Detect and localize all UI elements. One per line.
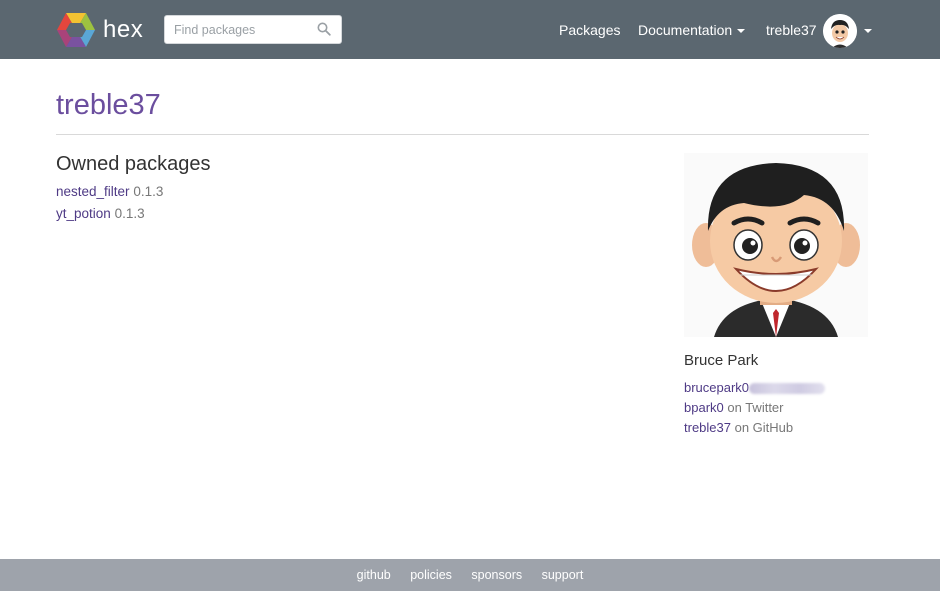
footer-links: github policies sponsors support	[0, 568, 940, 582]
page-title: treble37	[56, 89, 161, 121]
footer-link-support[interactable]: support	[542, 568, 584, 582]
nav-documentation-dropdown[interactable]: Documentation	[638, 22, 746, 38]
profile-github-line: treble37 on GitHub	[684, 419, 825, 439]
brand-name: hex	[103, 16, 144, 43]
user-avatar[interactable]	[823, 14, 857, 48]
top-navbar: hex Packages Documentation treble37	[0, 0, 940, 59]
nav-packages-link[interactable]: Packages	[559, 22, 620, 38]
list-item: yt_potion 0.1.3	[56, 205, 163, 227]
avatar-caret-down-icon[interactable]	[864, 29, 872, 33]
twitter-link[interactable]: bpark0	[684, 400, 724, 415]
package-version: 0.1.3	[114, 206, 145, 221]
search-input[interactable]	[165, 16, 305, 43]
profile-twitter-line: bpark0 on Twitter	[684, 399, 825, 419]
nav-user-link[interactable]: treble37	[766, 22, 817, 38]
title-divider	[56, 134, 869, 135]
footer: github policies sponsors support	[0, 559, 940, 591]
caret-down-icon	[737, 29, 746, 34]
package-version: 0.1.3	[133, 184, 164, 199]
owned-packages-heading: Owned packages	[56, 153, 211, 175]
profile-email-line: brucepark0	[684, 379, 826, 399]
search-box	[164, 15, 342, 44]
footer-link-github[interactable]: github	[357, 568, 391, 582]
brand-logo-link[interactable]: hex	[56, 12, 143, 48]
search-icon[interactable]	[317, 22, 331, 36]
profile-full-name: Bruce Park	[684, 352, 759, 369]
redacted-email-blur	[749, 383, 826, 395]
list-item: nested_filter 0.1.3	[56, 183, 163, 205]
footer-link-policies[interactable]: policies	[410, 568, 452, 582]
package-link-yt-potion[interactable]: yt_potion	[56, 206, 111, 221]
package-link-nested-filter[interactable]: nested_filter	[56, 184, 130, 199]
github-suffix: on GitHub	[734, 420, 794, 435]
github-link[interactable]: treble37	[684, 420, 731, 435]
owned-packages-list: nested_filter 0.1.3 yt_potion 0.1.3	[56, 183, 163, 227]
profile-picture	[684, 153, 868, 337]
profile-links: brucepark0 bpark0 on Twitter treble37 on…	[684, 379, 826, 439]
nav-documentation-label: Documentation	[638, 22, 733, 38]
cartoon-avatar-image	[684, 153, 868, 337]
hex-logo-icon	[57, 13, 95, 47]
email-link[interactable]: brucepark0	[684, 380, 749, 395]
twitter-suffix: on Twitter	[727, 400, 784, 415]
user-avatar-icon	[823, 14, 857, 48]
footer-link-sponsors[interactable]: sponsors	[471, 568, 522, 582]
